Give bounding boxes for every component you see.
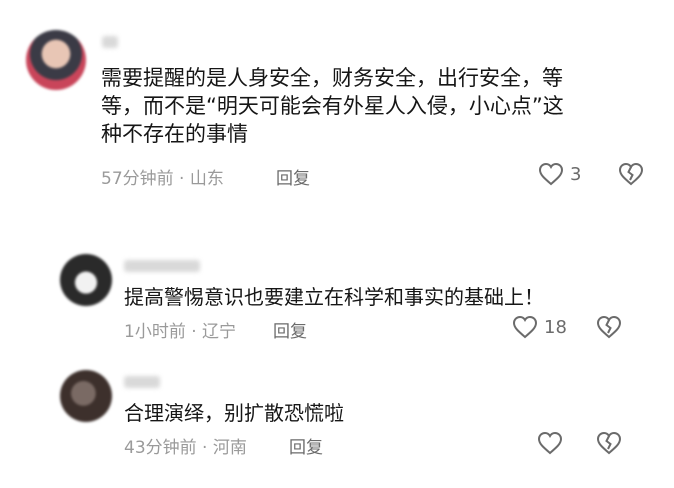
comment-meta: 1小时前 · 辽宁	[124, 322, 237, 342]
avatar[interactable]	[60, 370, 112, 422]
like-count: 18	[544, 316, 567, 338]
comment-item: 需要提醒的是人身安全，财务安全，出行安全，等 等，而不是“明天可能会有外星人入侵…	[0, 0, 674, 200]
like-button[interactable]: 3	[538, 162, 581, 186]
username[interactable]	[124, 260, 200, 272]
comment-time: 43分钟前	[124, 438, 197, 458]
broken-heart-outline-icon[interactable]	[596, 315, 622, 339]
comment-text: 提高警惕意识也要建立在科学和事实的基础上！	[124, 285, 544, 309]
comment-meta: 43分钟前 · 河南	[124, 438, 247, 458]
reply-button[interactable]: 回复	[273, 317, 307, 342]
comment-time: 1小时前	[124, 322, 186, 342]
reply-button[interactable]: 回复	[276, 164, 310, 189]
comment-item: 合理演绎，别扩散恐慌啦 43分钟前 · 河南 回复	[0, 360, 674, 480]
avatar[interactable]	[26, 30, 86, 90]
broken-heart-outline-icon[interactable]	[596, 431, 622, 455]
like-button[interactable]	[537, 431, 569, 455]
reply-button[interactable]: 回复	[289, 433, 323, 458]
comment-location: 辽宁	[202, 322, 237, 342]
heart-outline-icon	[537, 431, 563, 455]
comment-time: 57分钟前	[101, 169, 174, 189]
heart-outline-icon	[538, 162, 564, 186]
like-button[interactable]: 18	[512, 315, 567, 339]
username[interactable]	[102, 36, 118, 48]
comment-location: 河南	[212, 438, 247, 458]
heart-outline-icon	[512, 315, 538, 339]
username[interactable]	[124, 376, 160, 388]
like-count: 3	[570, 163, 582, 185]
comment-text: 需要提醒的是人身安全，财务安全，出行安全，等 等，而不是“明天可能会有外星人入侵…	[101, 66, 564, 146]
comment-item: 提高警惕意识也要建立在科学和事实的基础上！ 1小时前 · 辽宁 回复 18	[0, 240, 674, 350]
broken-heart-outline-icon[interactable]	[618, 162, 644, 186]
comment-location: 山东	[189, 169, 224, 189]
comment-meta: 57分钟前 · 山东	[101, 169, 224, 189]
avatar[interactable]	[60, 254, 112, 306]
comment-text: 合理演绎，别扩散恐慌啦	[124, 401, 344, 425]
